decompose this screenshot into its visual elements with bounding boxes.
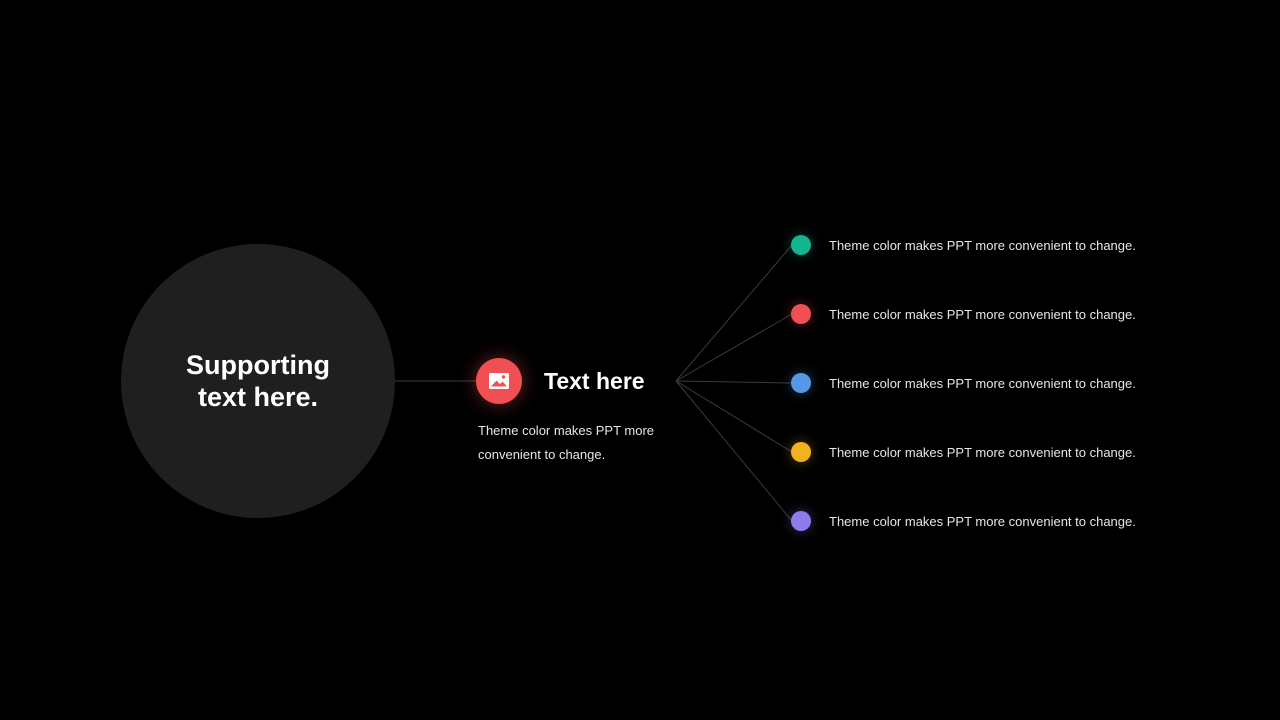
bullet-text-2: Theme color makes PPT more convenient to…: [829, 307, 1136, 322]
connector-branch-4: [675, 380, 793, 453]
image-icon-sun: [501, 375, 506, 379]
slide: Supporting text here. Text here Theme co…: [0, 0, 1280, 720]
center-icon-badge: [476, 358, 522, 404]
image-icon: [489, 373, 509, 389]
connector-branch-1: [675, 244, 793, 382]
connector-branch-5: [675, 380, 793, 522]
bullet-dot-5: [791, 511, 811, 531]
connector-branch-2: [675, 313, 793, 382]
bullet-text-4: Theme color makes PPT more convenient to…: [829, 445, 1136, 460]
main-topic-text: Supporting text here.: [186, 350, 330, 412]
center-title: Text here: [544, 368, 645, 394]
bullet-dot-4: [791, 442, 811, 462]
bullet-dot-3: [791, 373, 811, 393]
bullet-text-3: Theme color makes PPT more convenient to…: [829, 376, 1136, 391]
main-topic-circle: Supporting text here.: [121, 244, 395, 518]
bullet-dot-1: [791, 235, 811, 255]
center-description: Theme color makes PPT more convenient to…: [478, 423, 655, 462]
bullet-text-5: Theme color makes PPT more convenient to…: [829, 514, 1136, 529]
connector-branch-3: [675, 380, 793, 384]
bullet-text-1: Theme color makes PPT more convenient to…: [829, 238, 1136, 253]
bullet-dot-2: [791, 304, 811, 324]
